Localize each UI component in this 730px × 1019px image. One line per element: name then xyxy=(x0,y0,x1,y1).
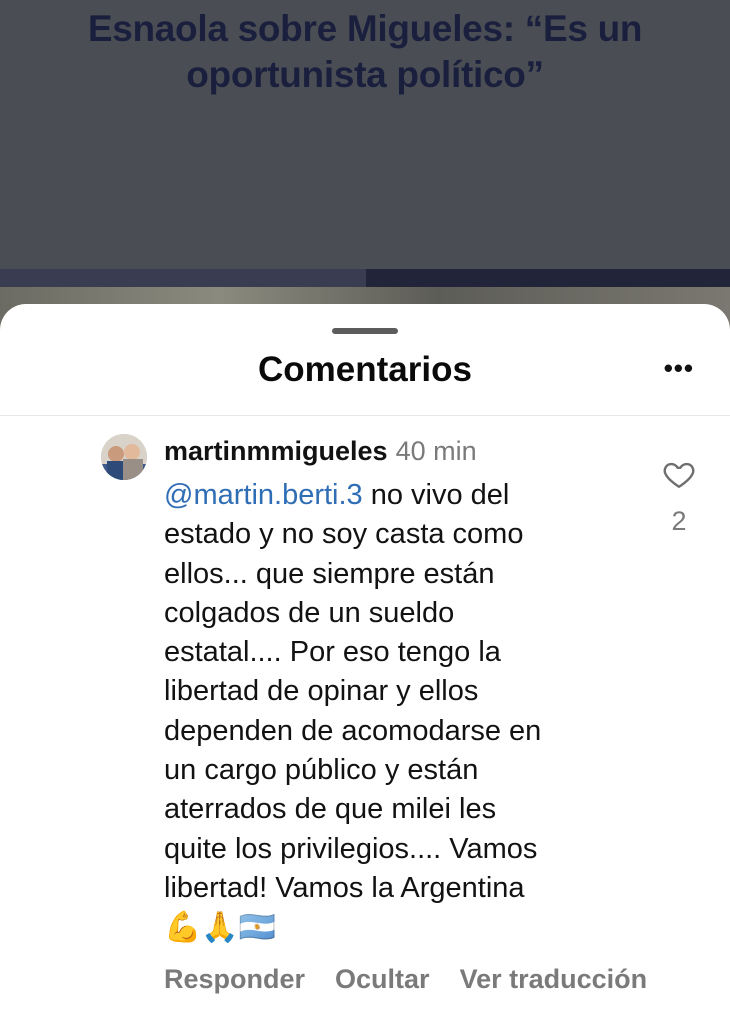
translate-button[interactable]: Ver traducción xyxy=(460,964,648,994)
avatar[interactable] xyxy=(101,434,147,480)
comment-actions: Responder Ocultar Ver traducción xyxy=(164,964,677,995)
comment: martinmmigueles 40 min @martin.berti.3 no… xyxy=(164,434,634,948)
article-title: Esnaola sobre Migueles: “Es un oportunis… xyxy=(87,8,643,95)
article-header-backdrop: Esnaola sobre Migueles: “Es un oportunis… xyxy=(0,0,730,272)
drag-handle[interactable] xyxy=(332,328,398,334)
more-options-icon[interactable]: ••• xyxy=(664,355,694,381)
heart-icon[interactable] xyxy=(662,457,696,491)
mention-link[interactable]: @martin.berti.3 xyxy=(164,479,363,511)
article-progress-strip xyxy=(0,269,730,287)
comments-sheet: Comentarios ••• martinmmigueles 40 min @m… xyxy=(0,304,730,1019)
comment-text: @martin.berti.3 no vivo del estado y no … xyxy=(164,476,634,908)
reply-button[interactable]: Responder xyxy=(164,964,305,994)
comment-username[interactable]: martinmmigueles xyxy=(164,436,388,466)
hide-button[interactable]: Ocultar xyxy=(335,964,430,994)
sheet-title: Comentarios xyxy=(258,350,472,389)
like-count: 2 xyxy=(671,506,687,536)
comment-emojis: 💪🙏🇦🇷 xyxy=(164,911,277,945)
divider xyxy=(0,415,730,416)
comment-body: no vivo del estado y no soy casta como e… xyxy=(164,479,542,904)
comment-meta: martinmmigueles 40 min xyxy=(164,434,634,468)
comment-time: 40 min xyxy=(395,436,477,466)
